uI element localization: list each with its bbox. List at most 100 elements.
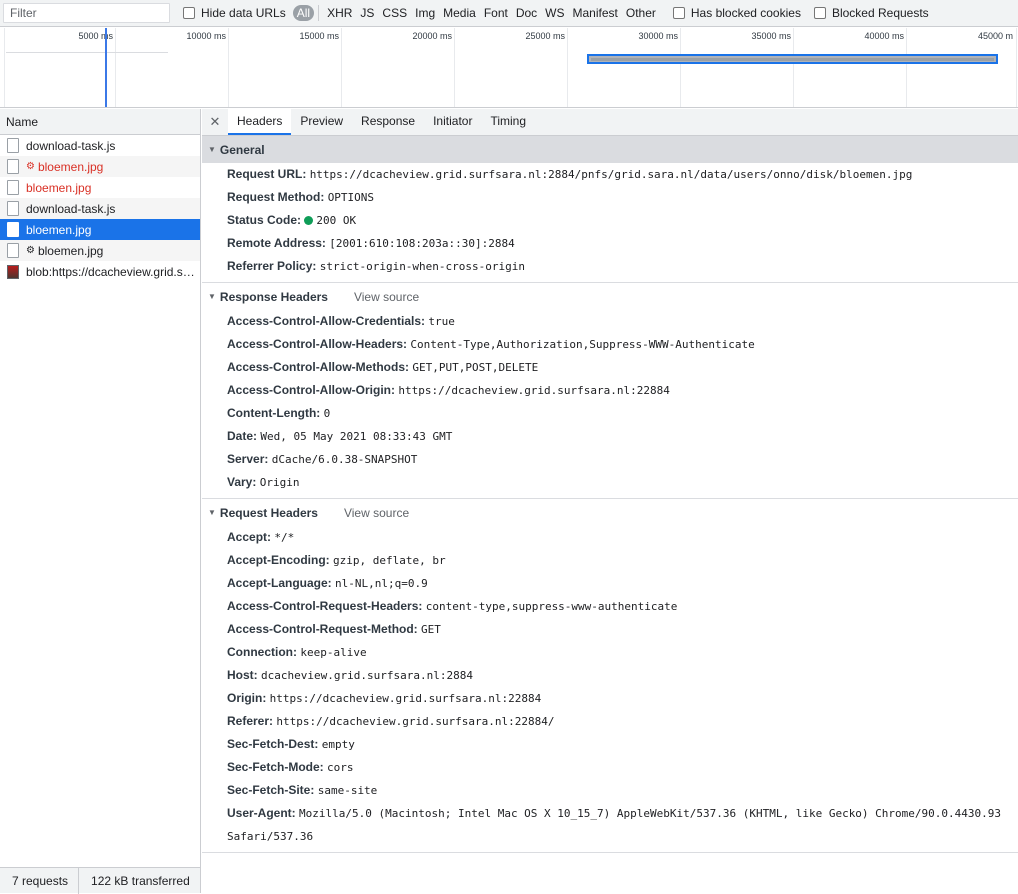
header-key: Host: — [227, 668, 258, 682]
header-value: OPTIONS — [327, 191, 375, 204]
header-item: Referrer Policy: strict-origin-when-cros… — [202, 255, 1018, 278]
general-section-header[interactable]: ▼ General — [202, 136, 1018, 163]
header-key: Status Code: — [227, 213, 302, 227]
view-source-link[interactable]: View source — [344, 506, 409, 520]
has-blocked-cookies-checkbox[interactable]: Has blocked cookies — [672, 6, 801, 20]
blocked-requests-checkbox[interactable]: Blocked Requests — [813, 6, 929, 20]
header-key: Connection: — [227, 645, 297, 659]
header-key: User-Agent: — [227, 806, 296, 820]
file-icon — [7, 201, 19, 216]
header-item: Date: Wed, 05 May 2021 08:33:43 GMT — [202, 425, 1018, 448]
request-row[interactable]: ⚙ bloemen.jpg — [0, 156, 200, 177]
blocked-requests-label: Blocked Requests — [831, 6, 929, 20]
type-filter-media[interactable]: Media — [439, 6, 480, 20]
header-value: [2001:610:108:203a::30]:2884 — [329, 237, 515, 250]
type-filter-font[interactable]: Font — [480, 6, 512, 20]
header-key: Sec-Fetch-Dest: — [227, 737, 319, 751]
type-filter-xhr[interactable]: XHR — [323, 6, 356, 20]
header-value: Origin — [259, 476, 300, 489]
header-item: Access-Control-Allow-Headers: Content-Ty… — [202, 333, 1018, 356]
header-item: Sec-Fetch-Mode: cors — [202, 756, 1018, 779]
request-detail-panel: ✕ Headers Preview Response Initiator Tim… — [202, 109, 1018, 893]
view-source-link[interactable]: View source — [354, 290, 419, 304]
header-value: https://dcacheview.grid.surfsara.nl:2288… — [398, 384, 670, 397]
checkbox-box[interactable] — [813, 7, 826, 19]
file-icon — [7, 222, 19, 237]
general-section: ▼ General Request URL: https://dcachevie… — [202, 136, 1018, 283]
request-list-panel: Name download-task.js ⚙ bloemen.jpg bloe… — [0, 109, 201, 894]
header-key: Access-Control-Request-Method: — [227, 622, 418, 636]
header-value: dcacheview.grid.surfsara.nl:2884 — [261, 669, 473, 682]
header-value: 0 — [323, 407, 331, 420]
network-overview-timeline[interactable]: 5000 ms 10000 ms 15000 ms 20000 ms 25000… — [0, 28, 1018, 108]
has-blocked-cookies-label: Has blocked cookies — [690, 6, 801, 20]
header-item: Access-Control-Allow-Methods: GET,PUT,PO… — [202, 356, 1018, 379]
file-icon — [7, 243, 19, 258]
timeline-tick: 10000 ms — [186, 31, 226, 41]
request-row[interactable]: ⚙ bloemen.jpg — [0, 240, 200, 261]
header-value: strict-origin-when-cross-origin — [319, 260, 526, 273]
header-key: Date: — [227, 429, 258, 443]
header-value: keep-alive — [300, 646, 367, 659]
type-filter-all[interactable]: All — [292, 5, 315, 21]
tab-response[interactable]: Response — [352, 109, 424, 135]
tab-headers[interactable]: Headers — [228, 109, 292, 135]
request-row[interactable]: download-task.js — [0, 198, 200, 219]
type-filter-js[interactable]: JS — [356, 6, 378, 20]
close-icon[interactable]: ✕ — [202, 109, 228, 135]
type-filter-css[interactable]: CSS — [378, 6, 411, 20]
filter-toolbar: Hide data URLs All XHR JS CSS Img Media … — [0, 0, 1018, 27]
header-item: Request URL: https://dcacheview.grid.sur… — [202, 163, 1018, 186]
checkbox-box[interactable] — [183, 7, 195, 19]
grid-line — [906, 28, 907, 107]
header-item: Status Code: 200 OK — [202, 209, 1018, 232]
section-title: Response Headers — [219, 289, 328, 304]
triangle-down-icon: ▼ — [208, 145, 216, 154]
request-row[interactable]: blob:https://dcacheview.grid.surfsara.nl… — [0, 261, 200, 282]
grid-line — [680, 28, 681, 107]
header-value: empty — [321, 738, 355, 751]
grid-line — [341, 28, 342, 107]
response-headers-header[interactable]: ▼ Response Headers View source — [202, 283, 1018, 310]
request-row-selected[interactable]: bloemen.jpg — [0, 219, 200, 240]
header-item: Vary: Origin — [202, 471, 1018, 494]
triangle-down-icon: ▼ — [208, 508, 216, 517]
header-key: Access-Control-Allow-Credentials: — [227, 314, 426, 328]
request-row[interactable]: download-task.js — [0, 135, 200, 156]
triangle-down-icon: ▼ — [208, 292, 216, 301]
header-value: https://dcacheview.grid.surfsara.nl:2884… — [309, 168, 913, 181]
header-item: User-Agent: Mozilla/5.0 (Macintosh; Inte… — [202, 802, 1018, 848]
header-key: Referer: — [227, 714, 274, 728]
request-name: bloemen.jpg — [37, 159, 104, 174]
request-name: bloemen.jpg — [37, 243, 104, 258]
header-item: Remote Address: [2001:610:108:203a::30]:… — [202, 232, 1018, 255]
type-filter-ws[interactable]: WS — [541, 6, 568, 20]
timeline-bar-fill — [591, 58, 994, 61]
type-filter-manifest[interactable]: Manifest — [569, 6, 622, 20]
header-item: Access-Control-Request-Headers: content-… — [202, 595, 1018, 618]
grid-line — [1016, 28, 1017, 107]
request-headers-header[interactable]: ▼ Request Headers View source — [202, 499, 1018, 526]
section-title: Request Headers — [219, 505, 318, 520]
grid-line — [228, 28, 229, 107]
hide-data-urls-checkbox[interactable]: Hide data URLs — [183, 6, 286, 20]
header-value: 200 OK — [316, 214, 357, 227]
name-column-header[interactable]: Name — [0, 109, 200, 135]
type-filter-img[interactable]: Img — [411, 6, 439, 20]
grid-line — [567, 28, 568, 107]
tab-preview[interactable]: Preview — [291, 109, 352, 135]
header-value: gzip, deflate, br — [333, 554, 446, 567]
header-item: Origin: https://dcacheview.grid.surfsara… — [202, 687, 1018, 710]
filter-input[interactable] — [3, 3, 170, 23]
grid-line — [454, 28, 455, 107]
header-value: https://dcacheview.grid.surfsara.nl:2288… — [269, 692, 542, 705]
type-filter-other[interactable]: Other — [622, 6, 660, 20]
timeline-request-bar — [6, 52, 168, 53]
timeline-tick: 25000 ms — [525, 31, 565, 41]
tab-initiator[interactable]: Initiator — [424, 109, 481, 135]
header-key: Sec-Fetch-Site: — [227, 783, 315, 797]
checkbox-box[interactable] — [672, 7, 685, 19]
type-filter-doc[interactable]: Doc — [512, 6, 541, 20]
request-row[interactable]: bloemen.jpg — [0, 177, 200, 198]
tab-timing[interactable]: Timing — [481, 109, 535, 135]
